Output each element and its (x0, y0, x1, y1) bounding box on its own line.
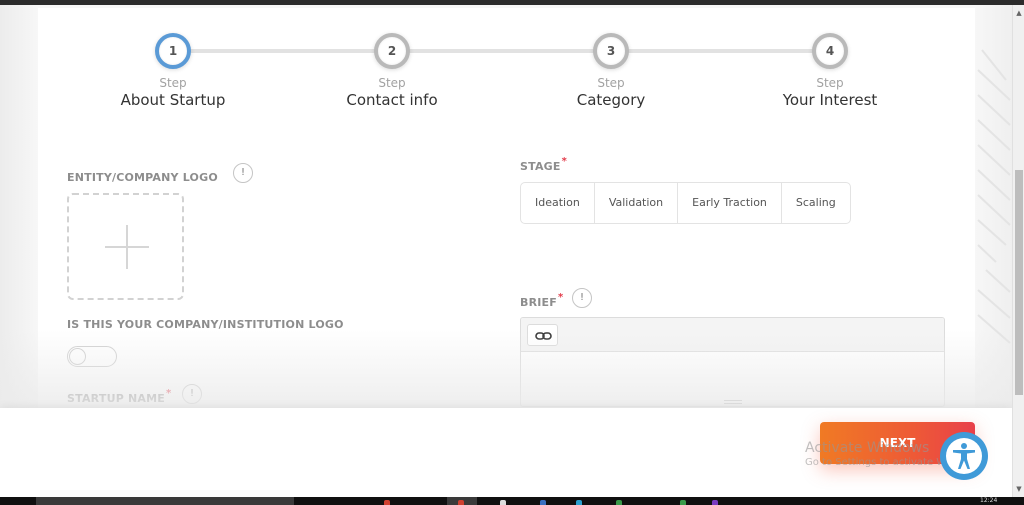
stage-label-text: STAGE (520, 160, 561, 173)
startup-name-label-text: STARTUP NAME (67, 392, 165, 405)
brief-label-text: BRIEF (520, 296, 557, 309)
scroll-thumb[interactable] (1015, 170, 1023, 395)
editor-toolbar (521, 318, 944, 352)
logo-upload-dropzone[interactable] (67, 193, 184, 300)
link-icon (535, 332, 552, 340)
taskbar-app-icon[interactable] (680, 500, 686, 505)
step-caption: Step (816, 76, 844, 90)
step-about-startup[interactable]: 1 Step About Startup (63, 33, 283, 109)
stage-option-validation[interactable]: Validation (595, 183, 679, 223)
toggle-knob (69, 348, 86, 365)
editor-resize-handle[interactable] (724, 400, 742, 404)
insert-link-button[interactable] (527, 324, 558, 346)
taskbar-app-icon[interactable] (712, 500, 718, 505)
stage-option-scaling[interactable]: Scaling (782, 183, 850, 223)
accessibility-button[interactable] (940, 432, 988, 480)
accessibility-icon-bg (946, 438, 982, 474)
step-number-circle: 4 (812, 33, 848, 69)
step-caption: Step (378, 76, 406, 90)
required-asterisk: * (561, 156, 568, 167)
required-asterisk: * (165, 388, 172, 399)
stage-option-early-traction[interactable]: Early Traction (678, 183, 782, 223)
step-caption: Step (597, 76, 625, 90)
info-icon[interactable]: ! (182, 384, 202, 404)
company-logo-label: ENTITY/COMPANY LOGO (67, 171, 218, 184)
accessibility-icon (953, 443, 975, 469)
os-taskbar: 12:24 (0, 497, 1024, 505)
taskbar-app-icon[interactable] (616, 500, 622, 505)
info-icon[interactable]: ! (572, 288, 592, 308)
stage-label: STAGE* (520, 156, 567, 173)
step-number-circle: 2 (374, 33, 410, 69)
startup-name-label: STARTUP NAME* (67, 388, 171, 405)
own-logo-label: IS THIS YOUR COMPANY/INSTITUTION LOGO (67, 318, 344, 331)
step-title: About Startup (120, 91, 226, 109)
own-logo-label-text: IS THIS YOUR COMPANY/INSTITUTION LOGO (67, 318, 344, 331)
step-number-circle: 3 (593, 33, 629, 69)
company-logo-label-text: ENTITY/COMPANY LOGO (67, 171, 218, 184)
taskbar-app-icon[interactable] (384, 500, 390, 505)
taskbar-app-icon[interactable] (540, 500, 546, 505)
page-scrollbar[interactable]: ▲ ▼ (1012, 5, 1024, 497)
step-category[interactable]: 3 Step Category (501, 33, 721, 109)
step-your-interest[interactable]: 4 Step Your Interest (720, 33, 940, 109)
stage-selector: Ideation Validation Early Traction Scali… (520, 182, 851, 224)
taskbar-app-icon[interactable] (500, 500, 506, 505)
step-title: Category (576, 91, 646, 109)
step-title: Your Interest (782, 91, 878, 109)
step-contact-info[interactable]: 2 Step Contact info (282, 33, 502, 109)
taskbar-clock: 12:24 (980, 497, 998, 504)
stage-option-ideation[interactable]: Ideation (521, 183, 595, 223)
brief-editor[interactable] (520, 317, 945, 407)
required-asterisk: * (557, 292, 564, 303)
plus-icon-vertical (126, 225, 128, 269)
taskbar-search[interactable] (36, 497, 294, 505)
taskbar-app-icon[interactable] (458, 500, 464, 505)
own-logo-toggle[interactable] (67, 346, 117, 367)
brief-label: BRIEF* (520, 292, 563, 309)
info-icon[interactable]: ! (233, 163, 253, 183)
step-caption: Step (159, 76, 187, 90)
taskbar-app-icon[interactable] (576, 500, 582, 505)
scroll-up-arrow-icon[interactable]: ▲ (1013, 7, 1024, 19)
step-number-circle: 1 (155, 33, 191, 69)
decorative-stripes (977, 49, 1011, 344)
step-title: Contact info (346, 91, 438, 109)
scroll-down-arrow-icon[interactable]: ▼ (1013, 483, 1024, 495)
